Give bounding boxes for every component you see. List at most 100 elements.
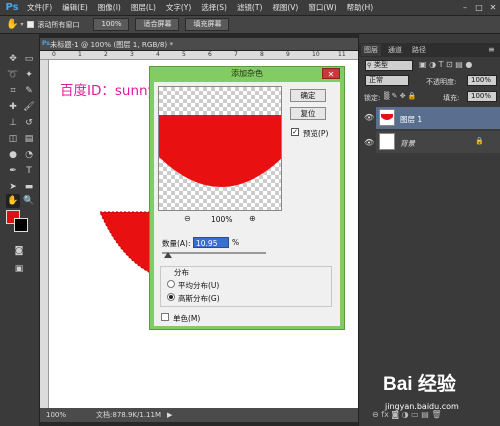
menu-help[interactable]: 帮助(H) — [342, 2, 379, 13]
tab-paths[interactable]: 路径 — [409, 44, 429, 56]
dialog-title: 添加杂色 — [231, 69, 263, 78]
stamp-tool-icon[interactable]: ⊥ — [6, 116, 20, 130]
scroll-all-windows-label: 滚动所有窗口 — [37, 20, 80, 29]
ruler-tick-label: 9 — [286, 51, 290, 58]
scroll-all-windows-checkbox[interactable] — [27, 21, 35, 28]
options-bar: ✋ ▾ 滚动所有窗口 100% 适合屏幕 填充屏幕 — [0, 16, 500, 34]
blend-mode-select[interactable]: 正常 — [365, 75, 409, 86]
crop-tool-icon[interactable]: ⌗ — [6, 84, 20, 98]
opacity-label: 不透明度: — [426, 78, 457, 86]
menu-image[interactable]: 图像(I) — [93, 2, 126, 13]
distribution-label: 分布 — [172, 267, 191, 278]
menu-layer[interactable]: 图层(L) — [126, 2, 161, 13]
ruler-tick-label: 2 — [104, 51, 108, 58]
history-brush-tool-icon[interactable]: ↺ — [22, 116, 36, 130]
opacity-field[interactable]: 100% — [467, 75, 497, 86]
menu-filter[interactable]: 滤镜(T) — [232, 2, 267, 13]
blend-mode-value: 正常 — [369, 76, 383, 84]
document-tab-label: 未标题-1 @ 100% (图层 1, RGB/8) * — [50, 40, 174, 49]
menu-view[interactable]: 视图(V) — [267, 2, 303, 13]
fill-value: 100% — [471, 92, 492, 100]
close-icon[interactable]: ✕ — [486, 2, 500, 14]
type-tool-icon[interactable]: T — [22, 164, 36, 178]
background-lock-icon: 🔒 — [475, 137, 484, 145]
preview-checkbox[interactable]: ✓ — [291, 128, 299, 136]
eyedropper-tool-icon[interactable]: ✎ — [22, 84, 36, 98]
dialog-close-button[interactable]: ✕ — [322, 68, 340, 79]
lock-icons[interactable]: ▒ ✎ ✥ 🔒 — [384, 92, 417, 100]
background-thumbnail — [379, 133, 395, 150]
fit-screen-button[interactable]: 适合屏幕 — [135, 18, 180, 31]
quick-select-tool-icon[interactable]: ✦ — [22, 68, 36, 82]
monochromatic-checkbox[interactable] — [161, 313, 169, 321]
photoshop-logo: Ps — [5, 1, 19, 13]
layer-panel-footer-icons[interactable]: ⊖ fx ◙ ◑ ▭ ▤ 🗑 — [372, 410, 442, 419]
ruler-top: 0 1 2 3 4 5 6 7 8 9 10 11 — [40, 51, 358, 60]
panel-menu-icon[interactable]: ≡ — [488, 45, 495, 54]
ruler-tick-label: 6 — [208, 51, 212, 58]
tab-channels[interactable]: 通道 — [385, 44, 405, 56]
zoom-level[interactable]: 100% — [46, 411, 66, 419]
hand-tool-icon[interactable]: ✋ — [6, 194, 20, 208]
pen-tool-icon[interactable]: ✒ — [6, 164, 20, 178]
background-layer-name: 背景 — [400, 139, 415, 148]
reset-button[interactable]: 复位 — [290, 107, 326, 120]
brush-tool-icon[interactable]: 🖌 — [22, 100, 36, 114]
kind-filter-select[interactable]: ⚲ 类型 — [365, 60, 413, 71]
zoom-tool-icon[interactable]: 🔍 — [22, 194, 36, 208]
amount-input[interactable]: 10.95 — [193, 237, 229, 248]
screen-mode-icon[interactable]: ▣ — [12, 262, 26, 276]
background-color-swatch[interactable] — [14, 218, 28, 232]
menu-window[interactable]: 窗口(W) — [303, 2, 341, 13]
menu-edit[interactable]: 编辑(E) — [57, 2, 93, 13]
preview-label: 预览(P) — [303, 129, 329, 138]
fill-field[interactable]: 100% — [467, 91, 497, 102]
layer-visibility-eye-icon[interactable]: 👁 — [364, 113, 374, 122]
zoom-in-icon[interactable]: ⊕ — [249, 214, 256, 223]
status-arrow-icon[interactable]: ▶ — [167, 411, 172, 419]
path-select-tool-icon[interactable]: ➤ — [6, 180, 20, 194]
ruler-left — [40, 60, 49, 408]
ruler-tick-label: 11 — [338, 51, 346, 58]
minimize-icon[interactable]: – — [458, 2, 472, 14]
tool-preset-arrow-icon[interactable]: ▾ — [20, 21, 23, 28]
eraser-tool-icon[interactable]: ◫ — [6, 132, 20, 146]
dodge-tool-icon[interactable]: ◔ — [22, 148, 36, 162]
lasso-tool-icon[interactable]: ➰ — [6, 68, 20, 82]
doc-info: 文档:878.9K/1.11M — [96, 411, 161, 419]
maximize-icon[interactable]: □ — [472, 2, 486, 14]
menu-type[interactable]: 文字(Y) — [161, 2, 196, 13]
amount-slider-track[interactable] — [162, 252, 266, 254]
move-tool-icon[interactable]: ✥ — [6, 52, 20, 66]
menu-file[interactable]: 文件(F) — [22, 2, 57, 13]
baidu-jingyan-url: jingyan.baidu.com — [385, 402, 459, 411]
preview-red-shape — [159, 115, 281, 187]
fill-screen-button[interactable]: 填充屏幕 — [185, 18, 230, 31]
background-visibility-eye-icon[interactable]: 👁 — [364, 138, 374, 147]
uniform-label: 平均分布(U) — [178, 281, 220, 290]
shape-tool-icon[interactable]: ▬ — [22, 180, 36, 194]
marquee-tool-icon[interactable]: ▭ — [22, 52, 36, 66]
uniform-radio[interactable] — [167, 280, 175, 288]
fill-label: 填充: — [443, 94, 460, 102]
tab-layers[interactable]: 图层 — [361, 44, 381, 56]
zoom-100-button[interactable]: 100% — [93, 18, 130, 31]
filter-icons[interactable]: ▣ ◑ T ⊡ ▤ ● — [419, 60, 472, 69]
ok-button[interactable]: 确定 — [290, 89, 326, 102]
menu-select[interactable]: 选择(S) — [196, 2, 232, 13]
hand-tool-icon: ✋ — [6, 19, 19, 30]
gradient-tool-icon[interactable]: ▤ — [22, 132, 36, 146]
healing-tool-icon[interactable]: ✚ — [6, 100, 20, 114]
quick-mask-icon[interactable]: ◙ — [12, 244, 26, 258]
amount-label: 数量(A): — [162, 239, 191, 248]
blur-tool-icon[interactable]: ● — [6, 148, 20, 162]
amount-unit: % — [232, 238, 240, 247]
amount-slider-thumb[interactable] — [164, 252, 172, 258]
monochromatic-label: 单色(M) — [173, 314, 201, 323]
lock-label: 锁定: — [364, 94, 381, 102]
gaussian-radio[interactable] — [167, 293, 175, 301]
zoom-out-icon[interactable]: ⊖ — [184, 214, 191, 223]
ruler-tick-label: 8 — [260, 51, 264, 58]
layer1-thumbnail — [379, 109, 395, 126]
preview-window[interactable] — [158, 86, 282, 211]
